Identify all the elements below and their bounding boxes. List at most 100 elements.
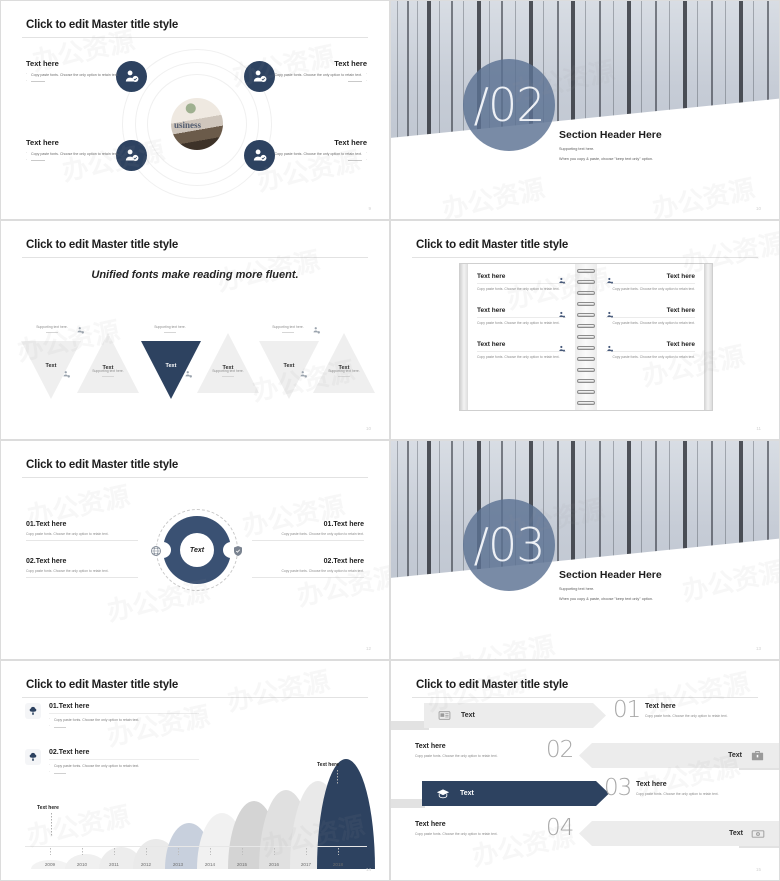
point-bullet-placeholder	[26, 157, 126, 165]
section-number: /03	[463, 499, 555, 591]
slide-5-circle-diagram[interactable]: Click to edit Master title style Text 01…	[0, 440, 390, 660]
slide-7-growth-chart[interactable]: Click to edit Master title style 01.Text…	[0, 660, 390, 881]
notebook-spine	[575, 264, 597, 410]
point-bullet: Copy paste fonts. Choose the only option…	[267, 150, 367, 158]
page-number: 9	[368, 206, 371, 211]
list-item[interactable]: Text here Copy paste fonts. Choose the o…	[606, 273, 695, 293]
list-item[interactable]: Text here Copy paste fonts. Choose the o…	[477, 307, 566, 327]
section-text: Section Header Here Supporting text here…	[559, 569, 662, 601]
item-heading: Text here	[666, 273, 695, 280]
process-body: Copy paste fonts. Choose the only option…	[636, 792, 719, 796]
section-heading: Section Header Here	[559, 129, 662, 141]
slide-8-process-arrows[interactable]: Click to edit Master title style Text 01…	[390, 660, 780, 881]
list-item[interactable]: Text here Copy paste fonts. Choose the o…	[477, 341, 566, 361]
right-item-1: 01.Text here Copy paste fonts. Choose th…	[252, 521, 364, 541]
triangle-label: Text	[45, 363, 57, 369]
process-bar-label: Text	[460, 790, 474, 797]
slide-2-section-header[interactable]: /02 Section Header Here Supporting text …	[390, 0, 780, 220]
title-rule	[22, 37, 368, 38]
graduation-cap-icon	[436, 787, 450, 801]
point-bullet: Copy paste fonts. Choose the only option…	[267, 71, 367, 79]
triangle-5[interactable]: Text	[259, 341, 319, 399]
process-bar-label: Text	[729, 830, 743, 837]
title-rule	[22, 477, 368, 478]
section-text: Section Header Here Supporting text here…	[559, 129, 662, 161]
user-add-icon	[606, 306, 614, 324]
process-number-3: 03	[604, 775, 632, 801]
item-heading: 02.Text here	[323, 558, 364, 565]
process-number-2: 02	[546, 737, 574, 763]
x-tick-label: 2018	[332, 862, 344, 867]
x-tick-label: 2014	[204, 862, 216, 867]
triangle-support-6: Supporting text here.	[315, 369, 373, 378]
item-heading: 01.Text here	[26, 521, 67, 528]
triangle-4[interactable]: Text	[197, 333, 259, 393]
triangle-2[interactable]: Text	[77, 333, 139, 393]
newspaper-icon	[438, 709, 451, 722]
notebook-edge-left	[460, 264, 468, 410]
section-sub-2: When you copy & paste, choose "keep text…	[559, 597, 654, 601]
x-tick-label: 2011	[109, 862, 119, 867]
point-bullet: Copy paste fonts. Choose the only option…	[26, 150, 126, 158]
page-title: Click to edit Master title style	[26, 239, 179, 251]
triangle-1[interactable]: Text	[21, 341, 81, 399]
process-bar-4[interactable]: Text	[579, 821, 779, 846]
user-check-icon	[253, 70, 267, 83]
item-heading: Text here	[477, 306, 506, 314]
process-heading: Text here	[645, 703, 676, 710]
point-bullet-placeholder	[267, 157, 367, 165]
user-gear-icon-4	[183, 369, 193, 379]
user-add-icon	[558, 306, 566, 324]
item-body: Copy paste fonts. Choose the only option…	[612, 320, 695, 325]
item-heading: Text here	[477, 340, 506, 348]
notebook-page-left: Text here Copy paste fonts. Choose the o…	[468, 264, 575, 410]
item-heading: 01.Text here	[323, 521, 364, 528]
page-number: 10	[755, 206, 761, 211]
point-bullet-placeholder	[267, 78, 367, 86]
slide-1-four-points[interactable]: Click to edit Master title style usiness…	[0, 0, 390, 220]
process-bar-3[interactable]: Text	[422, 781, 609, 806]
title-rule	[412, 257, 758, 258]
x-tick-label: 2017	[300, 862, 312, 867]
process-heading: Text here	[415, 821, 446, 828]
page-number: 12	[365, 646, 371, 651]
section-sub-1: Supporting text here.	[559, 587, 595, 591]
notebook-edge-right	[704, 264, 712, 410]
page-title: Click to edit Master title style	[416, 239, 569, 251]
item-body: Copy paste fonts. Choose the only option…	[281, 569, 364, 573]
section-number: /02	[463, 59, 555, 151]
chart-annotation-left: Text here	[37, 805, 59, 811]
center-diagram[interactable]: Text	[151, 509, 242, 591]
globe-icon	[150, 544, 162, 556]
user-gear-icon-6	[298, 369, 308, 379]
page-title: Click to edit Master title style	[26, 459, 179, 471]
process-bar-1[interactable]: Text	[424, 703, 606, 728]
page-title: Click to edit Master title style	[26, 19, 179, 31]
item-heading: Text here	[666, 306, 695, 314]
page-title: Click to edit Master title style	[26, 679, 179, 691]
list-item[interactable]: Text here Copy paste fonts. Choose the o…	[606, 341, 695, 361]
title-rule	[22, 697, 368, 698]
item-body: Copy paste fonts. Choose the only option…	[612, 354, 695, 359]
slide-6-section-header[interactable]: /03 Section Header Here Supporting text …	[390, 440, 780, 660]
item-body: Copy paste fonts. Choose the only option…	[281, 532, 364, 536]
item-heading: 02.Text here	[26, 558, 67, 565]
list-item[interactable]: Text here Copy paste fonts. Choose the o…	[477, 273, 566, 293]
process-bar-2[interactable]: Text	[579, 743, 779, 768]
slide-3-triangles[interactable]: Click to edit Master title style Unified…	[0, 220, 390, 440]
page-number: 14	[365, 867, 371, 872]
user-gear-icon-2	[61, 369, 71, 379]
row-shadow-1	[391, 721, 429, 730]
slide-4-notebook[interactable]: Click to edit Master title style Text he…	[390, 220, 780, 440]
x-tick-label: 2009	[44, 862, 56, 867]
point-heading: Text here	[334, 138, 367, 147]
point-bullet: Copy paste fonts. Choose the only option…	[26, 71, 126, 79]
title-rule	[22, 257, 368, 258]
triangle-6[interactable]: Text	[313, 333, 375, 393]
list-item[interactable]: Text here Copy paste fonts. Choose the o…	[606, 307, 695, 327]
center-label: Text	[180, 533, 214, 567]
item-body: Copy paste fonts. Choose the only option…	[26, 532, 109, 536]
section-sub-1: Supporting text here.	[559, 147, 595, 151]
triangle-label: Text	[283, 363, 295, 369]
notebook: Text here Copy paste fonts. Choose the o…	[459, 263, 713, 411]
